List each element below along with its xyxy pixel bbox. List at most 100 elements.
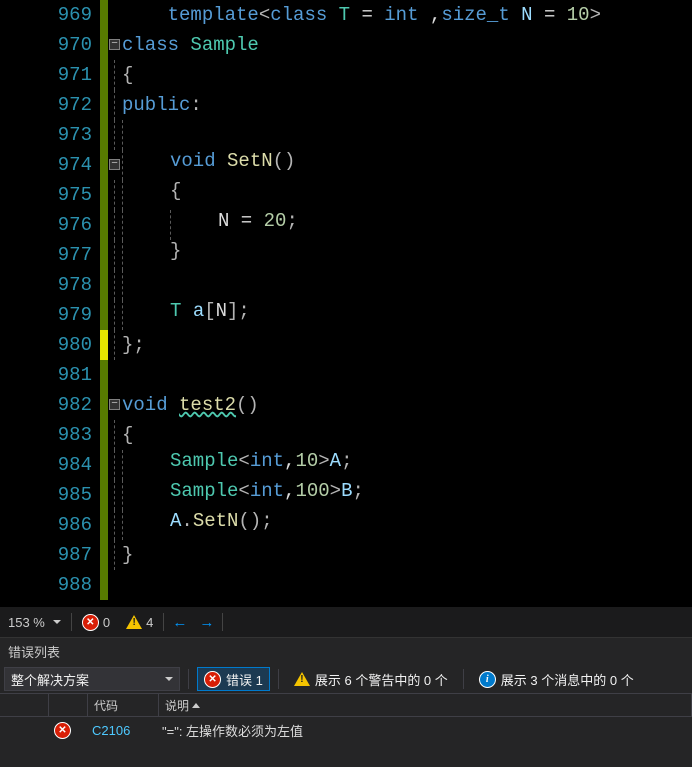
fold-gutter xyxy=(108,450,122,480)
token-punc: () xyxy=(273,150,296,172)
code-line[interactable]: 970−class Sample xyxy=(0,30,692,60)
line-content[interactable]: } xyxy=(122,240,692,270)
token-punc: (); xyxy=(238,510,272,532)
cell-code[interactable]: C2106 xyxy=(86,717,156,743)
line-content[interactable]: T a[N]; xyxy=(122,300,692,330)
code-line[interactable]: 988 xyxy=(0,570,692,600)
token-func: test2 xyxy=(179,394,236,416)
line-number: 979 xyxy=(0,304,100,326)
change-gutter xyxy=(100,60,108,90)
token-var: B xyxy=(341,480,352,502)
error-count[interactable]: ✕ 0 xyxy=(74,607,118,637)
header-code-col[interactable]: 代码 xyxy=(88,694,159,716)
line-content[interactable]: N = 20; xyxy=(122,210,692,240)
nav-back-button[interactable]: ← xyxy=(166,614,193,631)
line-content[interactable]: void test2() xyxy=(122,394,692,416)
scope-dropdown[interactable]: 整个解决方案 xyxy=(4,667,180,691)
code-line[interactable]: 980}; xyxy=(0,330,692,360)
line-number: 982 xyxy=(0,394,100,416)
token-var: A xyxy=(330,450,341,472)
header-desc-col[interactable]: 说明 xyxy=(159,694,692,716)
errors-filter-button[interactable]: ✕ 错误 1 xyxy=(197,667,270,691)
code-line[interactable]: 985Sample<int,100>B; xyxy=(0,480,692,510)
line-content[interactable]: A.SetN(); xyxy=(122,510,692,540)
fold-collapse-icon[interactable]: − xyxy=(109,159,120,170)
token-white: , xyxy=(284,450,295,472)
code-line[interactable]: 969 template<class T = int ,size_t N = 1… xyxy=(0,0,692,30)
change-gutter xyxy=(100,390,108,420)
fold-guide xyxy=(114,90,115,120)
code-editor[interactable]: 969 template<class T = int ,size_t N = 1… xyxy=(0,0,692,606)
code-line[interactable]: 984Sample<int,10>A; xyxy=(0,450,692,480)
warnings-filter-button[interactable]: 展示 6 个警告中的 0 个 xyxy=(287,667,455,691)
fold-collapse-icon[interactable]: − xyxy=(109,39,120,50)
line-content[interactable]: void SetN() xyxy=(122,150,692,180)
token-white xyxy=(122,4,168,26)
error-row[interactable]: ✕C2106"=": 左操作数必须为左值 xyxy=(0,717,692,743)
fold-gutter: − xyxy=(108,390,122,420)
zoom-text: 153 % xyxy=(8,615,45,630)
code-line[interactable]: 982−void test2() xyxy=(0,390,692,420)
line-content[interactable]: class Sample xyxy=(122,34,692,56)
code-line[interactable]: 986A.SetN(); xyxy=(0,510,692,540)
line-number: 976 xyxy=(0,214,100,236)
warning-count[interactable]: 4 xyxy=(118,607,161,637)
token-white xyxy=(510,4,521,26)
line-content[interactable]: } xyxy=(122,544,692,566)
info-filter-button[interactable]: i 展示 3 个消息中的 0 个 xyxy=(472,667,641,691)
header-icon-col[interactable] xyxy=(0,694,49,716)
change-gutter xyxy=(100,360,108,390)
fold-gutter xyxy=(108,210,122,240)
line-content[interactable]: { xyxy=(122,424,692,446)
line-content[interactable]: { xyxy=(122,64,692,86)
code-line[interactable]: 987} xyxy=(0,540,692,570)
zoom-level[interactable]: 153 % xyxy=(0,607,69,637)
line-content[interactable]: public: xyxy=(122,94,692,116)
token-punc: < xyxy=(238,450,249,472)
scope-label: 整个解决方案 xyxy=(11,670,89,689)
fold-collapse-icon[interactable]: − xyxy=(109,399,120,410)
token-white: = xyxy=(229,210,263,232)
code-line[interactable]: 971{ xyxy=(0,60,692,90)
change-gutter xyxy=(100,180,108,210)
change-gutter xyxy=(100,480,108,510)
fold-guide xyxy=(114,540,115,570)
indent-guide xyxy=(122,270,170,300)
code-line[interactable]: 981 xyxy=(0,360,692,390)
fold-gutter xyxy=(108,270,122,300)
line-content[interactable]: Sample<int,100>B; xyxy=(122,480,692,510)
change-gutter xyxy=(100,120,108,150)
code-line[interactable]: 978 xyxy=(0,270,692,300)
line-number: 980 xyxy=(0,334,100,356)
code-line[interactable]: 975 { xyxy=(0,180,692,210)
code-line[interactable]: 983{ xyxy=(0,420,692,450)
code-line[interactable]: 974−void SetN() xyxy=(0,150,692,180)
line-number: 975 xyxy=(0,184,100,206)
line-content[interactable]: { xyxy=(122,180,692,210)
info-filter-label: 展示 3 个消息中的 0 个 xyxy=(501,670,634,689)
line-content[interactable] xyxy=(122,270,692,300)
nav-forward-button[interactable]: → xyxy=(193,614,220,631)
token-punc: . xyxy=(181,510,192,532)
code-line[interactable]: 977} xyxy=(0,240,692,270)
indent-guide xyxy=(170,210,218,240)
token-punc: < xyxy=(259,4,270,26)
code-line[interactable]: 976 N = 20; xyxy=(0,210,692,240)
header-severity-col[interactable] xyxy=(49,694,88,716)
warning-count-value: 4 xyxy=(146,615,153,630)
token-punc: < xyxy=(238,480,249,502)
token-punc: > xyxy=(590,4,601,26)
token-white: N xyxy=(218,210,229,232)
cell-desc: "=": 左操作数必须为左值 xyxy=(156,717,692,743)
line-content[interactable]: Sample<int,10>A; xyxy=(122,450,692,480)
line-content[interactable]: }; xyxy=(122,334,692,356)
line-content[interactable] xyxy=(122,120,692,150)
line-content[interactable]: template<class T = int ,size_t N = 10> xyxy=(122,4,692,26)
token-num: 20 xyxy=(264,210,287,232)
token-punc: } xyxy=(122,544,133,566)
code-line[interactable]: 979 T a[N]; xyxy=(0,300,692,330)
code-line[interactable]: 973 xyxy=(0,120,692,150)
token-white: N xyxy=(216,300,227,322)
code-line[interactable]: 972public: xyxy=(0,90,692,120)
change-gutter xyxy=(100,510,108,540)
